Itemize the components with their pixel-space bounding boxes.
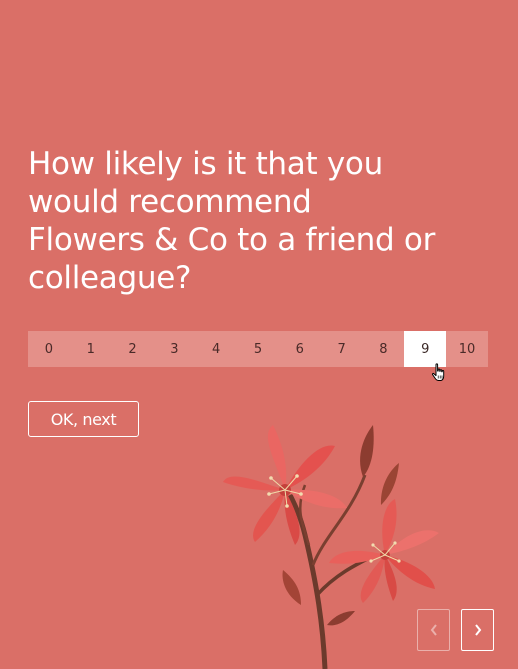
question-line: colleague? [28, 260, 192, 296]
scale-option-7[interactable]: 7 [321, 331, 363, 367]
scale-option-5[interactable]: 5 [237, 331, 279, 367]
scale-option-10[interactable]: 10 [446, 331, 488, 367]
scale-option-8[interactable]: 8 [363, 331, 405, 367]
chevron-left-icon [430, 624, 437, 636]
hand-cursor-icon [431, 363, 445, 381]
question-line: How likely is it that you [28, 146, 383, 182]
previous-button[interactable] [417, 609, 450, 651]
question-heading: How likely is it that you would recommen… [28, 145, 498, 297]
scale-option-6[interactable]: 6 [279, 331, 321, 367]
chevron-right-icon [474, 624, 481, 636]
opinion-scale: 0 1 2 3 4 5 6 7 8 9 10 [28, 331, 488, 367]
scale-option-4[interactable]: 4 [195, 331, 237, 367]
question-line: would recommend [28, 184, 312, 220]
next-button[interactable] [461, 609, 494, 651]
scale-option-0[interactable]: 0 [28, 331, 70, 367]
scale-option-1[interactable]: 1 [70, 331, 112, 367]
scale-option-2[interactable]: 2 [112, 331, 154, 367]
scale-option-9[interactable]: 9 [404, 331, 447, 367]
scale-option-3[interactable]: 3 [153, 331, 195, 367]
question-line: Flowers & Co to a friend or [28, 222, 436, 258]
ok-next-button[interactable]: OK, next [28, 401, 139, 437]
